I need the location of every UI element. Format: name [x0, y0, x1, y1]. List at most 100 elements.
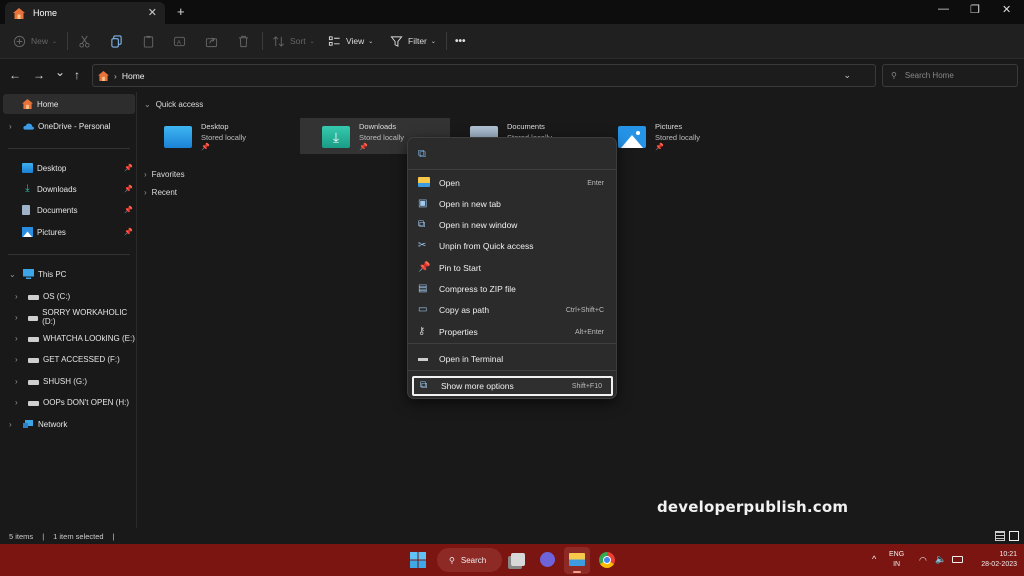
- forward-button[interactable]: →: [33, 68, 45, 82]
- properties-icon: ⚷: [418, 326, 426, 337]
- sidebar-item-desktop[interactable]: Desktop 📌: [3, 158, 135, 178]
- menu-item-unpin-from-quick-access[interactable]: ✂ Unpin from Quick access: [412, 236, 613, 256]
- tab-home[interactable]: Home ✕: [5, 2, 165, 24]
- sidebar-item-drive[interactable]: › OS (C:): [3, 286, 135, 306]
- menu-item-open[interactable]: Open Enter: [412, 173, 613, 193]
- sidebar-item-drive[interactable]: › WHATCHA LOOkING (E:): [3, 329, 135, 349]
- tab-close-icon[interactable]: ✕: [148, 6, 157, 19]
- sidebar-item-pictures[interactable]: Pictures 📌: [3, 222, 135, 242]
- drive-icon: [28, 337, 39, 343]
- share-button[interactable]: [205, 32, 223, 50]
- minimize-button[interactable]: —: [938, 3, 949, 15]
- sidebar-item-this-pc[interactable]: ⌄ This PC: [3, 264, 135, 284]
- more-options-button[interactable]: •••: [455, 32, 466, 50]
- section-recent[interactable]: › Recent: [144, 188, 177, 197]
- language-indicator[interactable]: ENG IN: [889, 550, 904, 570]
- menu-item-show-more-options[interactable]: ⧉ Show more options Shift+F10: [412, 376, 613, 396]
- sidebar-label: Home: [37, 99, 59, 109]
- teams-chat-icon[interactable]: [540, 552, 555, 567]
- sidebar-item-drive[interactable]: › SORRY WORKAHOLIC (D:): [3, 307, 135, 327]
- battery-icon[interactable]: [952, 556, 963, 563]
- search-icon: ⚲: [449, 555, 455, 565]
- chevron-right-icon[interactable]: ›: [15, 292, 18, 301]
- desktop-folder-icon: [22, 163, 33, 173]
- paste-button[interactable]: [142, 32, 160, 50]
- new-label: New: [31, 36, 49, 46]
- sidebar-label: Documents: [37, 205, 78, 215]
- pin-icon[interactable]: 📌: [124, 206, 133, 214]
- delete-button[interactable]: [237, 32, 255, 50]
- tile-pictures[interactable]: Pictures Stored locally 📌: [596, 118, 746, 154]
- address-bar[interactable]: › Home ⌄ ↻: [92, 64, 894, 87]
- pictures-folder-icon: [22, 227, 33, 237]
- volume-icon[interactable]: 🔈: [935, 554, 946, 564]
- menu-item-compress-to-zip-file[interactable]: ▤ Compress to ZIP file: [412, 279, 613, 299]
- restore-button[interactable]: ❐: [970, 3, 980, 16]
- details-view-icon[interactable]: [995, 531, 1005, 541]
- menu-item-properties[interactable]: ⚷ Properties Alt+Enter: [412, 322, 613, 342]
- chevron-right-icon[interactable]: ›: [15, 334, 18, 343]
- breadcrumb-home[interactable]: Home: [122, 71, 145, 81]
- item-count: 5 items: [9, 531, 34, 541]
- copy-button[interactable]: [110, 32, 128, 50]
- chrome-icon[interactable]: [599, 552, 615, 568]
- clock[interactable]: 10:21 28-02-2023: [973, 550, 1017, 570]
- rename-button[interactable]: A: [173, 32, 191, 50]
- menu-item-shortcut: Shift+F10: [571, 382, 602, 390]
- up-button[interactable]: ↑: [74, 68, 80, 82]
- pin-icon[interactable]: 📌: [124, 164, 133, 172]
- sidebar-item-drive[interactable]: › SHUSH (G:): [3, 371, 135, 391]
- cut-button[interactable]: [78, 32, 96, 50]
- chevron-right-icon[interactable]: ›: [15, 398, 18, 407]
- back-button[interactable]: ←: [9, 68, 21, 82]
- sidebar-item-onedrive[interactable]: › OneDrive - Personal: [3, 116, 135, 136]
- new-button[interactable]: New ⌄: [13, 32, 57, 50]
- tiles-view-icon[interactable]: [1009, 531, 1019, 541]
- new-tab-button[interactable]: +: [177, 4, 185, 19]
- chevron-right-icon[interactable]: ›: [9, 420, 12, 429]
- section-quick-access[interactable]: ⌄ Quick access: [144, 100, 203, 109]
- show-hidden-icons-button[interactable]: ^: [872, 554, 876, 564]
- menu-item-label: Copy as path: [439, 305, 490, 315]
- sidebar-item-network[interactable]: › Network: [3, 414, 135, 434]
- sort-label: Sort: [290, 36, 306, 46]
- home-icon: [98, 70, 109, 81]
- sidebar-item-downloads[interactable]: ⤓ Downloads 📌: [3, 179, 135, 199]
- copy-icon: [111, 34, 122, 48]
- close-button[interactable]: ✕: [1002, 3, 1011, 16]
- sort-button[interactable]: Sort ⌄: [272, 32, 315, 50]
- chevron-right-icon[interactable]: ›: [9, 122, 12, 131]
- network-icon: [23, 420, 33, 428]
- sidebar-label: SHUSH (G:): [43, 376, 87, 386]
- filter-button[interactable]: Filter ⌄: [390, 32, 436, 50]
- pin-icon[interactable]: 📌: [124, 185, 133, 193]
- chevron-right-icon[interactable]: ›: [15, 313, 18, 322]
- taskbar-search[interactable]: ⚲ Search: [437, 548, 502, 572]
- sidebar-item-documents[interactable]: Documents 📌: [3, 200, 135, 220]
- menu-item-open-in-terminal[interactable]: ▬ Open in Terminal: [412, 349, 613, 369]
- address-dropdown-icon[interactable]: ⌄: [843, 70, 851, 81]
- copy-icon[interactable]: ⧉: [418, 148, 426, 161]
- menu-item-open-in-new-window[interactable]: ⧉ Open in new window: [412, 215, 613, 235]
- section-favorites[interactable]: › Favorites: [144, 170, 185, 179]
- drive-icon: [28, 294, 39, 300]
- sidebar-item-drive[interactable]: › OOPs DON't OPEN (H:): [3, 393, 135, 413]
- search-box[interactable]: ⚲ Search Home: [882, 64, 1018, 87]
- view-button[interactable]: View ⌄: [328, 32, 373, 50]
- sidebar-item-home[interactable]: Home: [3, 94, 135, 114]
- task-view-icon[interactable]: [511, 553, 525, 566]
- start-icon[interactable]: [410, 552, 426, 568]
- chevron-right-icon[interactable]: ›: [15, 355, 18, 364]
- wifi-icon[interactable]: ◠: [919, 555, 927, 565]
- chevron-down-icon[interactable]: ⌄: [9, 270, 16, 279]
- menu-item-open-in-new-tab[interactable]: ▣ Open in new tab: [412, 194, 613, 214]
- pin-icon[interactable]: 📌: [124, 228, 133, 236]
- menu-item-pin-to-start[interactable]: 📌 Pin to Start: [412, 258, 613, 278]
- sidebar-item-drive[interactable]: › GET ACCESSED (F:): [3, 350, 135, 370]
- menu-item-copy-as-path[interactable]: ▭ Copy as path Ctrl+Shift+C: [412, 300, 613, 320]
- menu-item-label: Open: [439, 178, 460, 188]
- file-explorer-taskbar-icon[interactable]: [564, 547, 590, 574]
- tile-desktop[interactable]: Desktop Stored locally 📌: [142, 118, 292, 154]
- chevron-right-icon[interactable]: ›: [15, 377, 18, 386]
- recent-locations-button[interactable]: ⌄: [55, 65, 65, 79]
